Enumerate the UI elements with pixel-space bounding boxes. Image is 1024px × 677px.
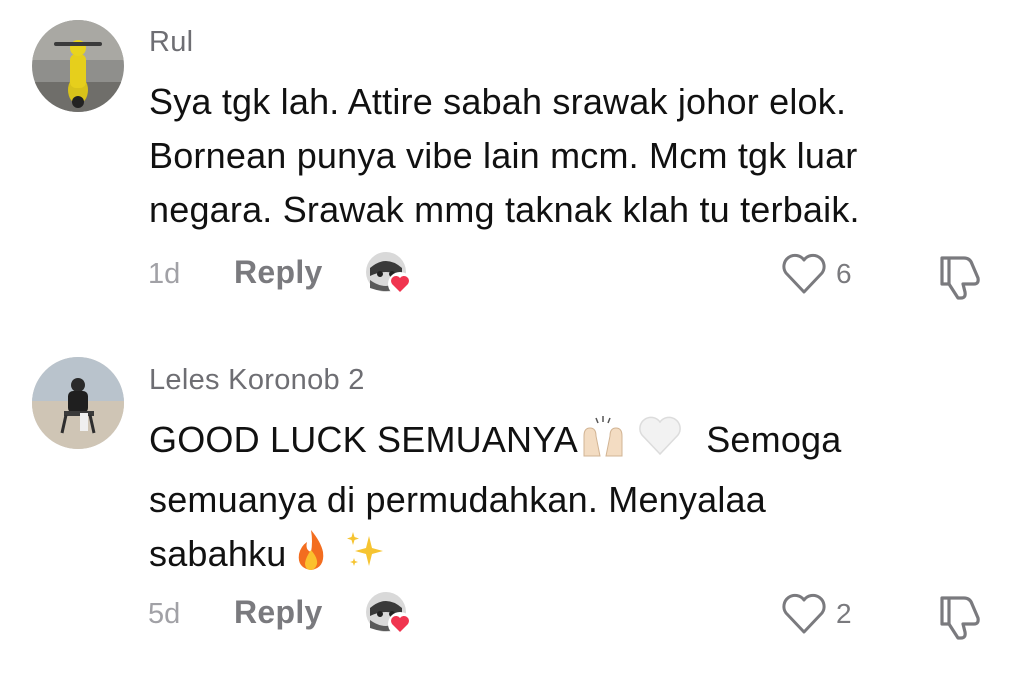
dislike-button[interactable] [934,590,986,642]
comment-text-line: semuanya di permudahkan. Menyalaa [149,479,766,520]
like-button[interactable]: 2 [780,592,870,640]
comment-text: Sya tgk lah. Attire sabah srawak johor e… [149,75,989,237]
raising-hands-emoji [578,414,628,473]
avatar-scooter-image [32,20,124,112]
fire-emoji [291,528,331,587]
comment-text-line: Bornean punya vibe lain mcm. Mcm tgk lua… [149,135,858,176]
comment-username[interactable]: Leles Koronob 2 [149,364,365,397]
creator-avatar-heart-icon [366,252,412,296]
comment-text-segment: sabahku [149,533,287,574]
reply-button[interactable]: Reply [234,254,323,291]
white-heart-emoji [636,414,684,473]
comment-text-line: negara. Srawak mmg taknak klah tu terbai… [149,189,860,230]
thumbs-down-icon [940,256,980,300]
comment-text-line: sabahku [149,527,989,587]
comment-text-segment: Semoga [706,419,842,460]
heart-outline-icon [782,593,826,634]
avatar-beach-image [32,357,124,449]
reply-button[interactable]: Reply [234,594,323,631]
creator-liked-badge [364,250,416,298]
comment-username[interactable]: Rul [149,26,193,59]
comment-actions: 1d Reply 6 [0,250,1024,306]
avatar[interactable] [32,20,124,112]
comment-text-line: Sya tgk lah. Attire sabah srawak johor e… [149,81,847,122]
comment-text-line: GOOD LUCK SEMUANYA Semoga [149,413,989,473]
thumbs-down-icon [940,596,980,640]
dislike-button[interactable] [934,250,986,302]
comment-timestamp: 5d [148,598,181,630]
sparkles-emoji [343,528,387,587]
avatar[interactable] [32,357,124,449]
like-count: 2 [836,598,852,629]
like-button[interactable]: 6 [780,252,870,300]
creator-liked-badge [364,590,416,638]
comment-text: GOOD LUCK SEMUANYA Semoga semuanya di pe… [149,413,989,587]
comment-actions: 5d Reply 2 [0,590,1024,646]
comment-text-segment: GOOD LUCK SEMUANYA [149,419,579,460]
heart-outline-icon [782,253,826,294]
creator-avatar-heart-icon [366,592,412,636]
comment-timestamp: 1d [148,258,181,290]
like-count: 6 [836,258,852,289]
